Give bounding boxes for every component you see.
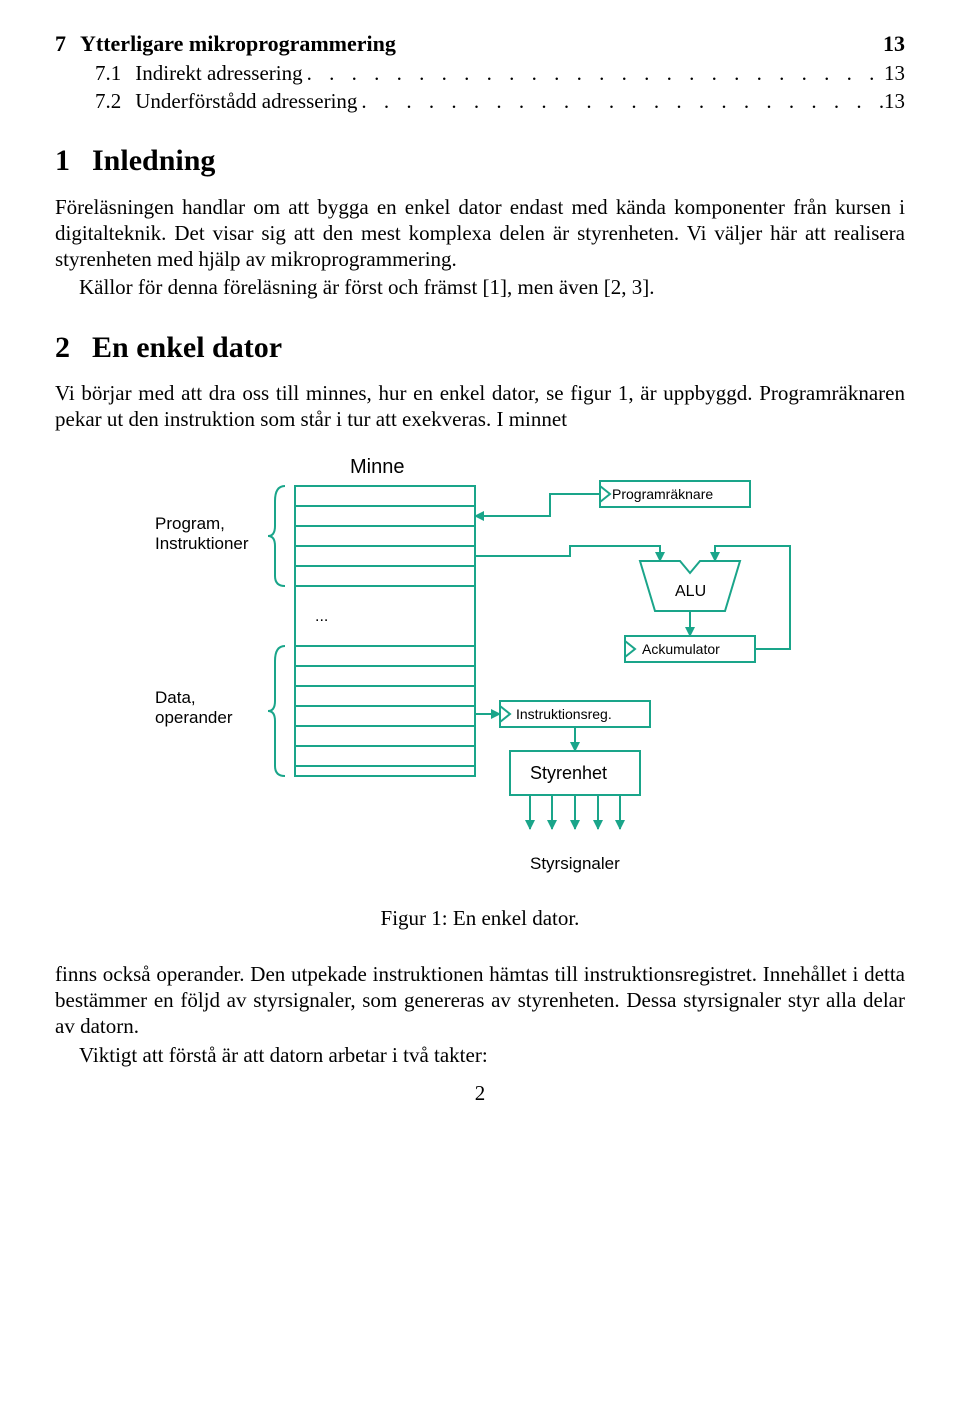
label-instruktioner: Instruktioner — [155, 534, 249, 553]
toc-sub-item: 7.2 Underförstådd adressering . . . . . … — [95, 88, 905, 114]
paragraph: Föreläsningen handlar om att bygga en en… — [55, 194, 905, 273]
paragraph: Källor för denna föreläsning är först oc… — [55, 274, 905, 300]
figure-diagram: Minne ... Programräknare ALU — [100, 451, 860, 891]
label-dots: ... — [315, 608, 328, 625]
section-title: Inledning — [92, 144, 215, 177]
toc-section-page: 13 — [883, 30, 905, 58]
label-operander: operander — [155, 708, 233, 727]
label-instruktionsreg: Instruktionsreg. — [516, 706, 612, 722]
label-minne: Minne — [350, 456, 404, 478]
toc-sub-title: Underförstådd adressering — [135, 88, 357, 114]
toc-sub-title: Indirekt adressering — [135, 60, 302, 86]
toc-sub-num: 7.2 — [95, 88, 121, 114]
section-heading-1: 1 Inledning — [55, 142, 905, 180]
label-styrenhet: Styrenhet — [530, 763, 607, 783]
section-number: 2 — [55, 331, 70, 364]
paragraph: Viktigt att förstå är att datorn arbetar… — [55, 1042, 905, 1068]
label-ackumulator: Ackumulator — [642, 641, 720, 657]
toc-section-title: Ytterligare mikroprogrammering — [80, 30, 396, 58]
section-number: 1 — [55, 144, 70, 177]
toc-sub-item: 7.1 Indirekt adressering . . . . . . . .… — [95, 60, 905, 86]
label-styrsignaler: Styrsignaler — [530, 854, 620, 873]
toc-section-num: 7 — [55, 30, 66, 58]
toc-sub-num: 7.1 — [95, 60, 121, 86]
toc-sub-page: 13 — [884, 60, 905, 86]
label-alu: ALU — [675, 583, 706, 600]
toc-sub-page: 13 — [884, 88, 905, 114]
figure-caption: Figur 1: En enkel dator. — [55, 905, 905, 931]
toc-section: 7 Ytterligare mikroprogrammering 13 — [55, 30, 905, 58]
label-program: Program, — [155, 514, 225, 533]
section-title: En enkel dator — [92, 331, 282, 364]
paragraph: finns också operander. Den utpekade inst… — [55, 961, 905, 1040]
paragraph: Vi börjar med att dra oss till minnes, h… — [55, 380, 905, 433]
section-heading-2: 2 En enkel dator — [55, 329, 905, 367]
toc-leader-dots: . . . . . . . . . . . . . . . . . . . . … — [357, 88, 884, 114]
label-data: Data, — [155, 688, 196, 707]
label-programraknare: Programräknare — [612, 486, 713, 502]
toc-leader-dots: . . . . . . . . . . . . . . . . . . . . … — [303, 60, 884, 86]
page-number: 2 — [55, 1080, 905, 1106]
